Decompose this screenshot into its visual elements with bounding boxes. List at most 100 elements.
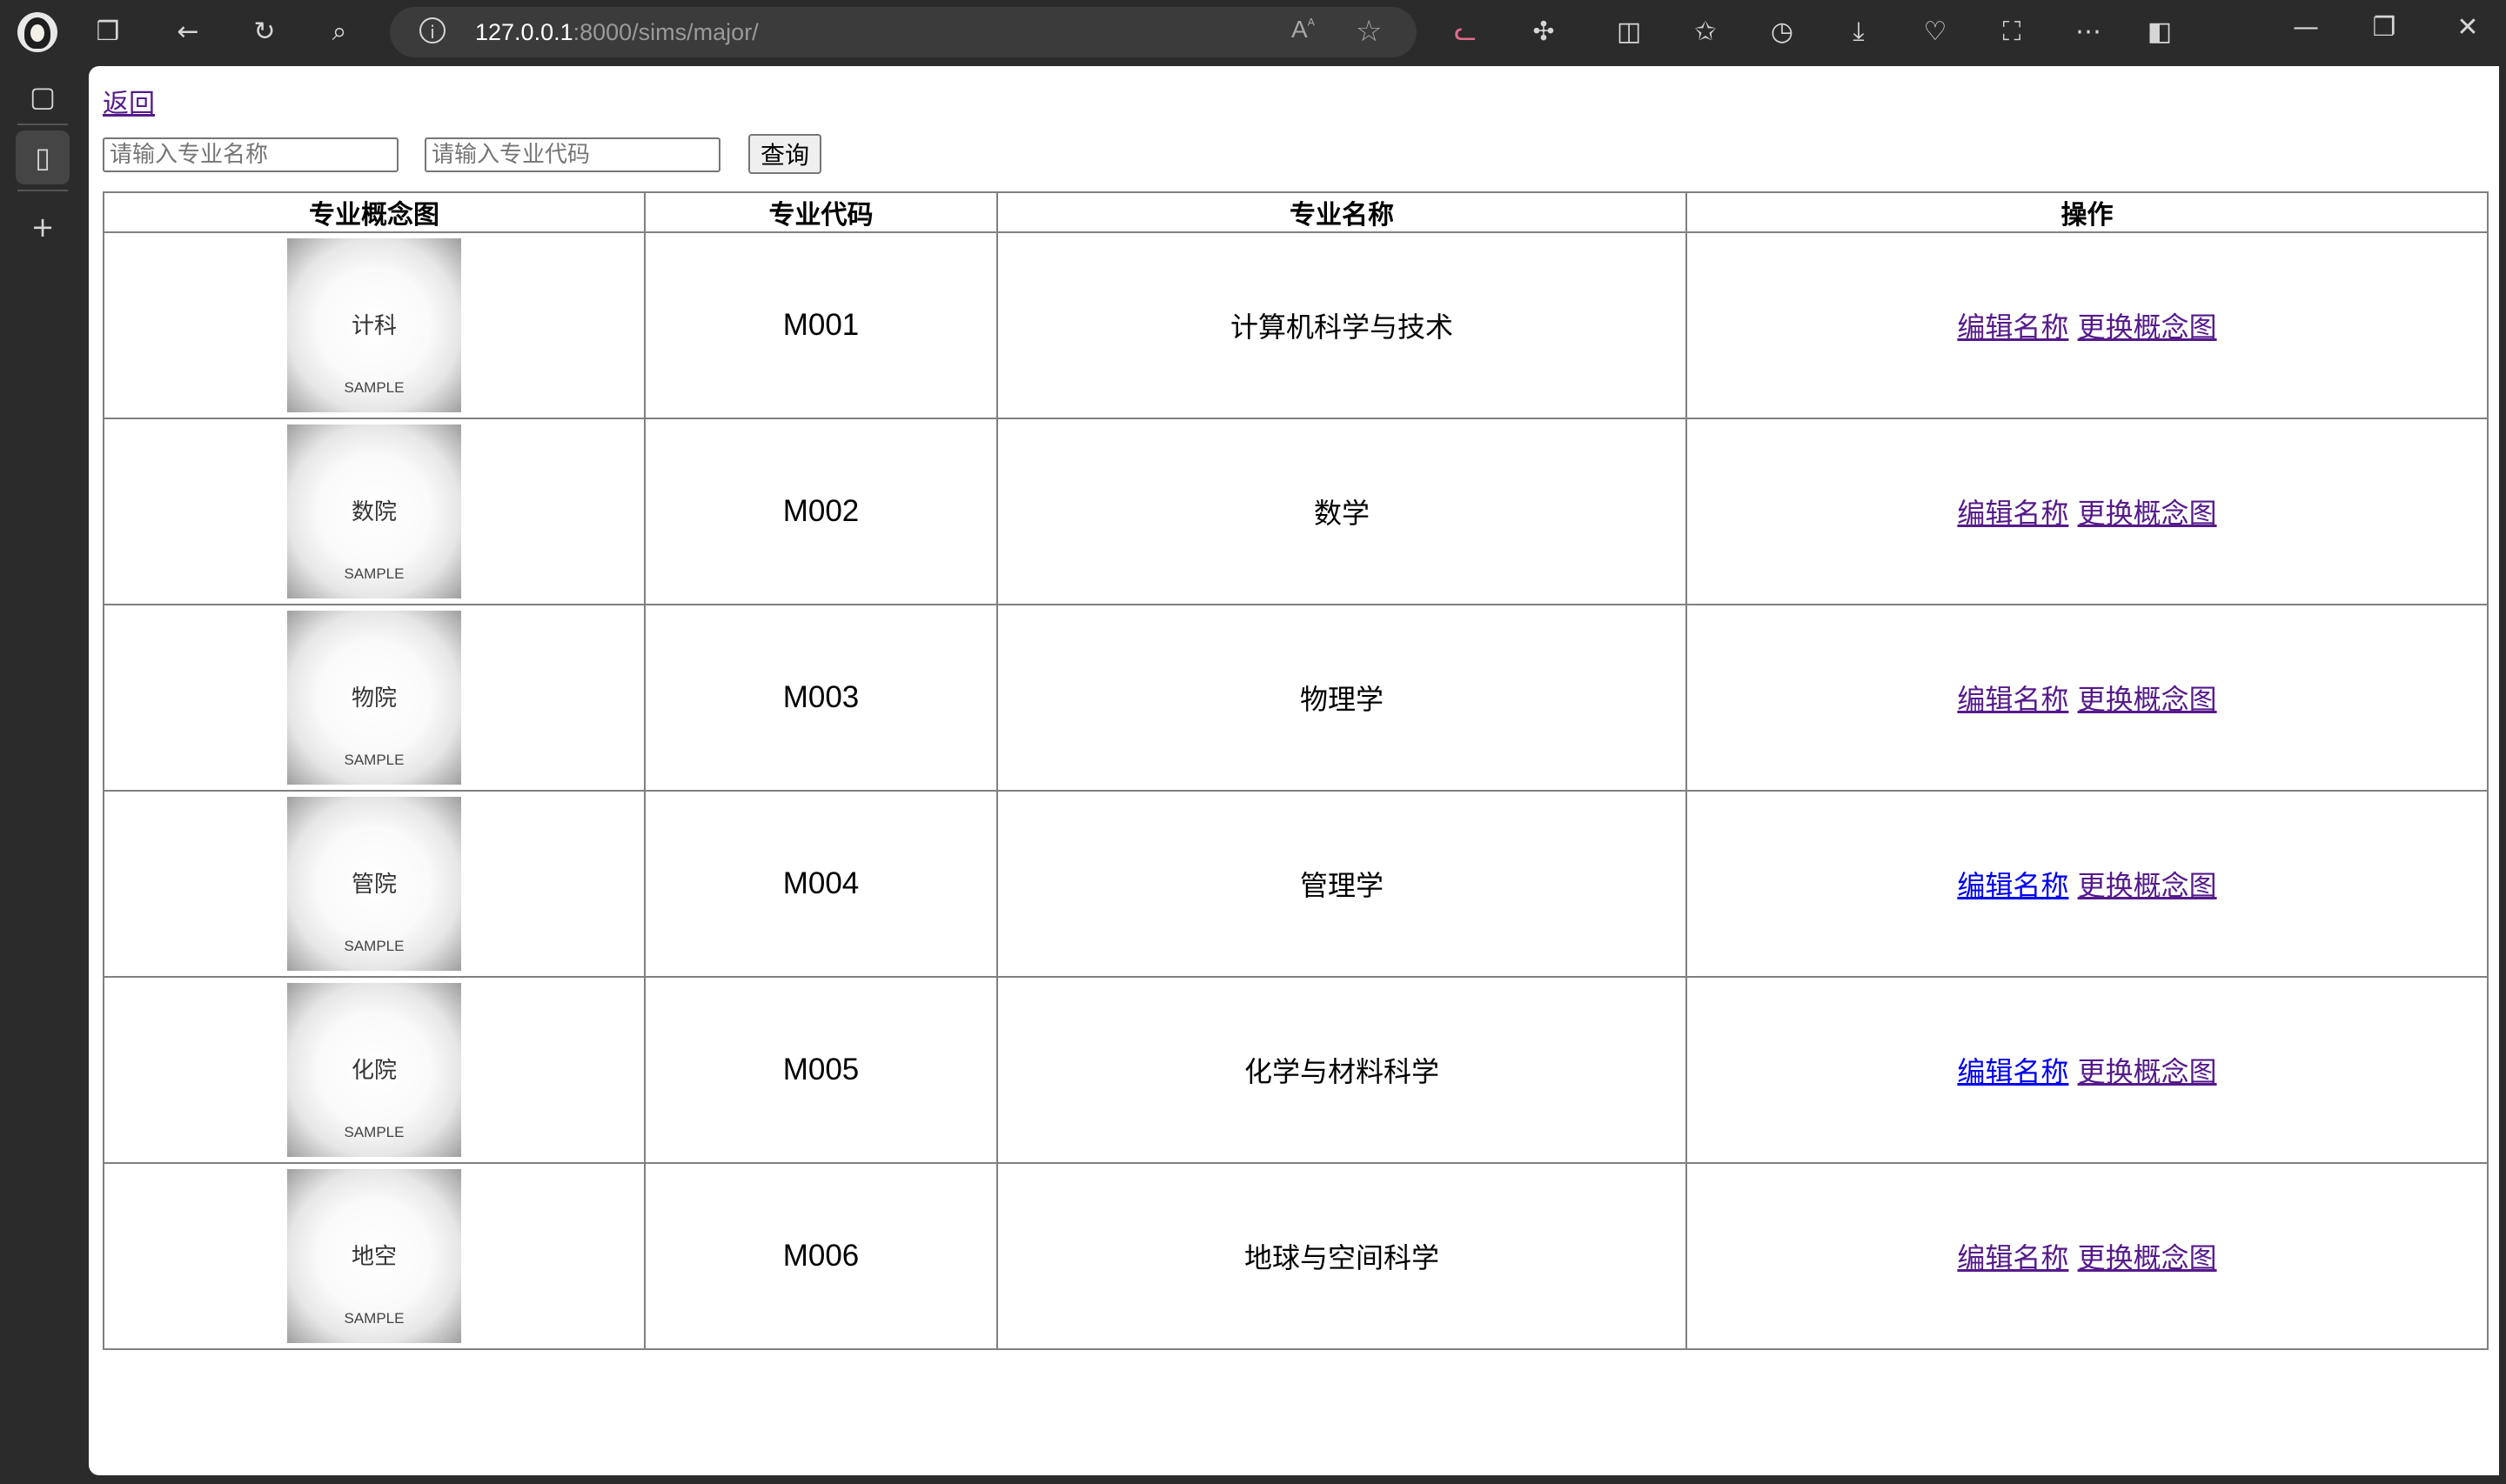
back-arrow-icon[interactable]: ← bbox=[171, 15, 205, 50]
majors-table: 专业概念图 专业代码 专业名称 操作 计科 SAMPLE M001 计算机科学与… bbox=[103, 191, 2489, 1350]
header-major-name: 专业名称 bbox=[996, 191, 1687, 233]
active-tab-page-icon[interactable]: ▯ bbox=[16, 130, 70, 184]
concept-image: 计科 SAMPLE bbox=[287, 238, 461, 412]
change-image-link[interactable]: 更换概念图 bbox=[2078, 1055, 2217, 1088]
major-code: M006 bbox=[644, 1162, 998, 1350]
concept-image-label: 管院 bbox=[351, 872, 397, 898]
cat-extension-icon[interactable]: ᓚ bbox=[1448, 15, 1483, 50]
concept-image-label: 计科 bbox=[351, 313, 397, 339]
concept-image: 化院 SAMPLE bbox=[287, 983, 461, 1157]
refresh-icon[interactable]: ↻ bbox=[247, 15, 282, 50]
concept-image-sample: SAMPLE bbox=[344, 1310, 405, 1327]
concept-image-cell: 化院 SAMPLE bbox=[103, 976, 646, 1164]
edit-name-link[interactable]: 编辑名称 bbox=[1957, 1241, 2068, 1274]
major-name: 数学 bbox=[996, 418, 1687, 605]
major-name: 物理学 bbox=[996, 604, 1687, 792]
concept-image-cell: 计科 SAMPLE bbox=[103, 231, 646, 419]
table-row: 计科 SAMPLE M001 计算机科学与技术 编辑名称 更换概念图 bbox=[103, 231, 2489, 419]
search-icon[interactable]: ⌕ bbox=[322, 15, 357, 50]
concept-image-sample: SAMPLE bbox=[344, 938, 405, 954]
change-image-link[interactable]: 更换概念图 bbox=[2078, 497, 2217, 530]
screenshot-icon[interactable]: ⛶ bbox=[1994, 15, 2029, 50]
change-image-link[interactable]: 更换概念图 bbox=[2078, 1241, 2217, 1274]
major-name: 管理学 bbox=[996, 790, 1687, 978]
favorite-star-icon[interactable]: ☆ bbox=[1356, 14, 1382, 49]
read-aloud-icon[interactable]: Aᴬ bbox=[1291, 16, 1315, 43]
major-code-search-input[interactable] bbox=[425, 137, 720, 172]
avatar-face bbox=[30, 24, 44, 42]
major-name-search-input[interactable] bbox=[103, 137, 399, 172]
header-actions: 操作 bbox=[1685, 191, 2489, 233]
favorites-icon[interactable]: ✩ bbox=[1688, 15, 1723, 50]
page-viewport: 返回 查询 专业概念图 专业代码 专业名称 操作 计科 SAMPLE bbox=[89, 66, 2499, 1475]
url-path: :8000/sims/major/ bbox=[573, 19, 759, 45]
more-menu-icon[interactable]: ⋯ bbox=[2071, 15, 2106, 50]
major-code: M003 bbox=[644, 604, 998, 792]
downloads-icon[interactable]: ⤓ bbox=[1841, 15, 1876, 50]
table-header-row: 专业概念图 专业代码 专业名称 操作 bbox=[103, 191, 2489, 233]
major-code: M004 bbox=[644, 790, 998, 978]
header-major-code: 专业代码 bbox=[644, 191, 998, 233]
major-code: M002 bbox=[644, 418, 998, 605]
concept-image-label: 物院 bbox=[351, 685, 397, 712]
edit-name-link[interactable]: 编辑名称 bbox=[1957, 311, 2068, 344]
major-name: 地球与空间科学 bbox=[996, 1162, 1687, 1350]
concept-image: 管院 SAMPLE bbox=[287, 797, 461, 971]
header-concept-image: 专业概念图 bbox=[103, 191, 646, 233]
concept-image-cell: 地空 SAMPLE bbox=[103, 1162, 646, 1350]
concept-image: 数院 SAMPLE bbox=[287, 424, 461, 598]
table-row: 地空 SAMPLE M006 地球与空间科学 编辑名称 更换概念图 bbox=[103, 1162, 2489, 1350]
edit-name-link[interactable]: 编辑名称 bbox=[1957, 497, 2068, 530]
workspaces-icon[interactable]: ❒ bbox=[90, 15, 125, 50]
close-icon[interactable]: ✕ bbox=[2449, 12, 2487, 43]
concept-image-sample: SAMPLE bbox=[344, 379, 405, 396]
concept-image-cell: 物院 SAMPLE bbox=[103, 604, 646, 792]
history-icon[interactable]: ◷ bbox=[1765, 15, 1799, 50]
concept-image: 物院 SAMPLE bbox=[287, 611, 461, 785]
sidebar-toggle-icon[interactable]: ◧ bbox=[2142, 15, 2177, 50]
actions-cell: 编辑名称 更换概念图 bbox=[1685, 418, 2489, 605]
minimize-icon[interactable]: — bbox=[2287, 12, 2325, 43]
major-name: 化学与材料科学 bbox=[996, 976, 1687, 1164]
url-host: 127.0.0.1 bbox=[475, 19, 573, 45]
major-code: M001 bbox=[644, 231, 998, 419]
split-screen-icon[interactable]: ◫ bbox=[1611, 15, 1646, 50]
table-row: 化院 SAMPLE M005 化学与材料科学 编辑名称 更换概念图 bbox=[103, 976, 2489, 1164]
change-image-link[interactable]: 更换概念图 bbox=[2078, 311, 2217, 344]
address-bar[interactable]: i 127.0.0.1:8000/sims/major/ Aᴬ ☆ bbox=[390, 7, 1417, 57]
browser-toolbar: ❒ ← ↻ ⌕ i 127.0.0.1:8000/sims/major/ Aᴬ … bbox=[0, 0, 2506, 64]
concept-image-sample: SAMPLE bbox=[344, 752, 405, 768]
concept-image-label: 化院 bbox=[351, 1058, 397, 1084]
tab-actions-icon[interactable]: ▢ bbox=[16, 70, 70, 124]
browser-essentials-icon[interactable]: ♡ bbox=[1918, 15, 1953, 50]
sidebar-divider bbox=[17, 190, 68, 191]
concept-image-sample: SAMPLE bbox=[344, 565, 405, 582]
back-link[interactable]: 返回 bbox=[103, 82, 155, 120]
table-row: 管院 SAMPLE M004 管理学 编辑名称 更换概念图 bbox=[103, 790, 2489, 978]
table-row: 物院 SAMPLE M003 物理学 编辑名称 更换概念图 bbox=[103, 604, 2489, 792]
edit-name-link[interactable]: 编辑名称 bbox=[1957, 683, 2068, 716]
site-info-icon[interactable]: i bbox=[419, 17, 446, 43]
actions-cell: 编辑名称 更换概念图 bbox=[1685, 790, 2489, 978]
concept-image: 地空 SAMPLE bbox=[287, 1169, 461, 1343]
concept-image-cell: 数院 SAMPLE bbox=[103, 418, 646, 605]
major-name: 计算机科学与技术 bbox=[996, 231, 1687, 419]
table-row: 数院 SAMPLE M002 数学 编辑名称 更换概念图 bbox=[103, 418, 2489, 605]
edit-name-link[interactable]: 编辑名称 bbox=[1957, 869, 2068, 902]
actions-cell: 编辑名称 更换概念图 bbox=[1685, 604, 2489, 792]
concept-image-label: 地空 bbox=[351, 1244, 397, 1270]
restore-icon[interactable]: ❐ bbox=[2365, 12, 2403, 43]
sidebar-divider bbox=[17, 124, 68, 125]
profile-avatar[interactable] bbox=[17, 12, 57, 52]
concept-image-cell: 管院 SAMPLE bbox=[103, 790, 646, 978]
change-image-link[interactable]: 更换概念图 bbox=[2078, 869, 2217, 902]
query-button[interactable]: 查询 bbox=[748, 134, 821, 174]
new-tab-plus-icon[interactable]: + bbox=[16, 200, 70, 254]
address-url[interactable]: 127.0.0.1:8000/sims/major/ bbox=[475, 19, 759, 46]
concept-image-label: 数院 bbox=[351, 499, 397, 525]
actions-cell: 编辑名称 更换概念图 bbox=[1685, 231, 2489, 419]
change-image-link[interactable]: 更换概念图 bbox=[2078, 683, 2217, 716]
actions-cell: 编辑名称 更换概念图 bbox=[1685, 976, 2489, 1164]
extensions-puzzle-icon[interactable]: ✣ bbox=[1526, 15, 1561, 50]
edit-name-link[interactable]: 编辑名称 bbox=[1957, 1055, 2068, 1088]
